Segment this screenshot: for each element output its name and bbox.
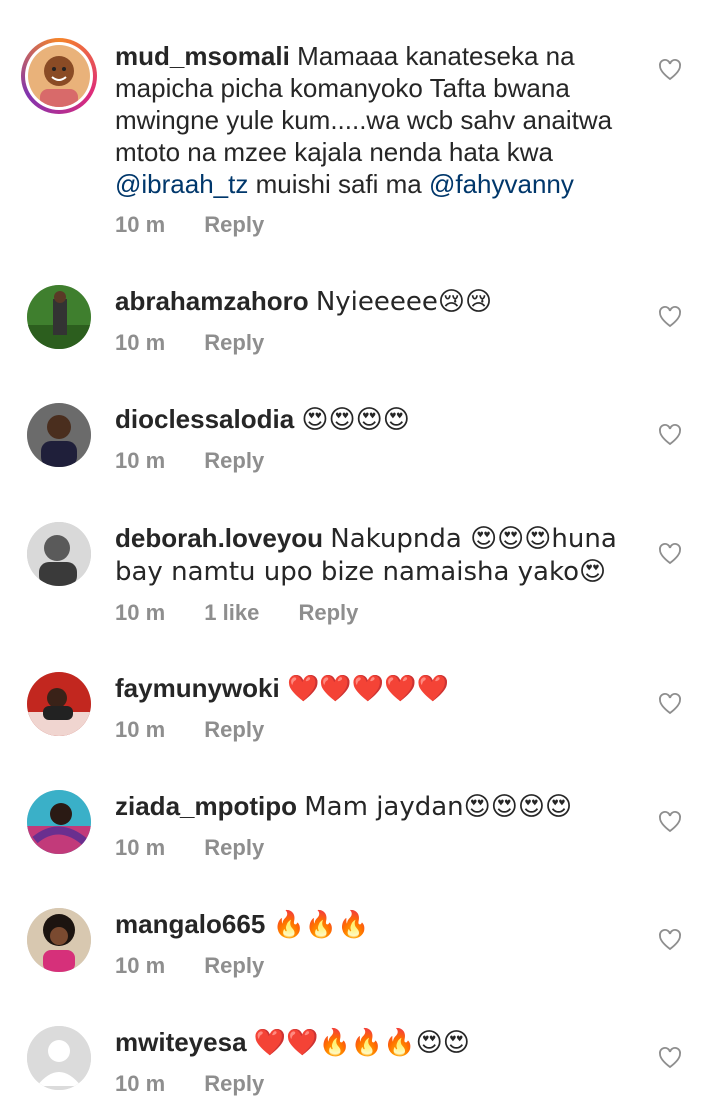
comment-text: mud_msomali Mamaaa kanateseka na mapicha… — [115, 41, 613, 199]
comment-meta: 10 m 1 like Reply — [115, 598, 645, 628]
reply-button[interactable]: Reply — [204, 1071, 264, 1096]
reply-button[interactable]: Reply — [204, 835, 264, 860]
comment-username[interactable]: mangalo665 — [115, 909, 265, 939]
comment-username[interactable]: faymunywoki — [115, 673, 280, 703]
mention-link[interactable]: @ibraah_tz — [115, 169, 248, 199]
comment-text: ziada_mpotipo Mam jaydan😍😍😍😍 — [115, 791, 573, 822]
comment-time: 10 m — [115, 600, 166, 625]
heart-outline-icon[interactable] — [658, 305, 682, 329]
comment-username[interactable]: deborah.loveyou — [115, 523, 323, 553]
comment-meta: 10 m Reply — [115, 951, 645, 981]
heart-outline-icon[interactable] — [658, 810, 682, 834]
mention-link[interactable]: @fahyvanny — [429, 169, 574, 199]
avatar[interactable] — [27, 908, 91, 972]
heart-outline-icon[interactable] — [658, 542, 682, 566]
comment-list: mud_msomali Mamaaa kanateseka na mapicha… — [0, 0, 720, 1116]
avatar-image — [28, 45, 90, 107]
heart-outline-icon[interactable] — [658, 423, 682, 447]
avatar[interactable] — [27, 790, 91, 854]
avatar[interactable] — [27, 672, 91, 736]
comment-meta: 10 m Reply — [115, 1069, 645, 1099]
reply-button[interactable]: Reply — [204, 330, 264, 355]
comment-username[interactable]: dioclessalodia — [115, 404, 294, 434]
comment-time: 10 m — [115, 953, 166, 978]
user-avatar-icon[interactable] — [27, 1026, 91, 1090]
reply-button[interactable]: Reply — [204, 717, 264, 742]
comment-text: faymunywoki ❤️❤️❤️❤️❤️ — [115, 673, 449, 704]
avatar[interactable] — [27, 285, 91, 349]
comment-username[interactable]: mwiteyesa — [115, 1027, 247, 1057]
comment-time: 10 m — [115, 1071, 166, 1096]
heart-outline-icon[interactable] — [658, 692, 682, 716]
comment-username[interactable]: mud_msomali — [115, 41, 290, 71]
comment-username[interactable]: ziada_mpotipo — [115, 791, 297, 821]
comment-meta: 10 m Reply — [115, 833, 645, 863]
comment-text: deborah.loveyou Nakupnda 😍😍😍huna bay nam… — [115, 523, 617, 587]
heart-outline-icon[interactable] — [658, 1046, 682, 1070]
comment-text: mangalo665 🔥🔥🔥 — [115, 909, 370, 940]
avatar[interactable] — [27, 522, 91, 586]
comment-time: 10 m — [115, 330, 166, 355]
comment-text: dioclessalodia 😍😍😍😍 — [115, 404, 410, 435]
likes-count[interactable]: 1 like — [204, 600, 259, 625]
comment-username[interactable]: abrahamzahoro — [115, 286, 309, 316]
comment-meta: 10 m Reply — [115, 328, 645, 358]
comment-time: 10 m — [115, 448, 166, 473]
comment-time: 10 m — [115, 212, 166, 237]
reply-button[interactable]: Reply — [204, 212, 264, 237]
comment-meta: 10 m Reply — [115, 446, 645, 476]
reply-button[interactable]: Reply — [298, 600, 358, 625]
heart-outline-icon[interactable] — [658, 928, 682, 952]
avatar[interactable] — [21, 38, 97, 114]
comment-time: 10 m — [115, 835, 166, 860]
reply-button[interactable]: Reply — [204, 953, 264, 978]
comment-meta: 10 m Reply — [115, 210, 645, 240]
avatar[interactable] — [27, 403, 91, 467]
comment-text: mwiteyesa ❤️❤️🔥🔥🔥😍😍 — [115, 1027, 470, 1058]
comment-text: abrahamzahoro Nyieeeee😢😢 — [115, 286, 493, 317]
comment-time: 10 m — [115, 717, 166, 742]
heart-outline-icon[interactable] — [658, 58, 682, 82]
reply-button[interactable]: Reply — [204, 448, 264, 473]
comment-meta: 10 m Reply — [115, 715, 645, 745]
